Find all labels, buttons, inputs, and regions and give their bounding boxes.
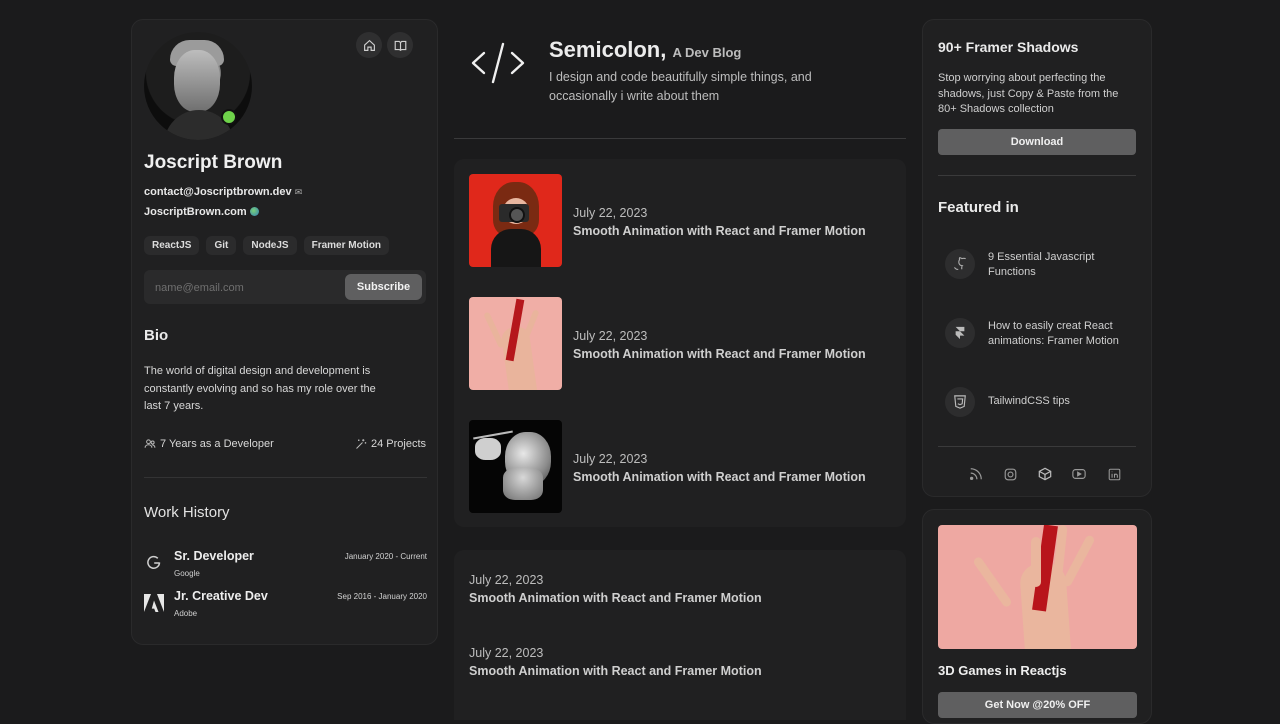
years-stat: 7 Years as a Developer xyxy=(144,438,274,450)
posts-panel: July 22, 2023 Smooth Animation with Reac… xyxy=(454,159,906,527)
featured-text: 9 Essential Javascript Functions xyxy=(988,251,1095,278)
job-item: Sr. Developer Google January 2020 - Curr… xyxy=(144,549,427,583)
email-link[interactable]: contact@Joscriptbrown.dev ✉ xyxy=(144,186,302,198)
projects-stat: 24 Projects xyxy=(355,438,426,450)
subscribe-form: Subscribe xyxy=(144,270,426,306)
post-item[interactable]: July 22, 2023 Smooth Animation with Reac… xyxy=(469,420,899,513)
post-date: July 22, 2023 xyxy=(469,646,544,660)
post-date: July 22, 2023 xyxy=(573,452,648,466)
code-icon xyxy=(471,42,525,84)
mail-icon: ✉ xyxy=(294,187,303,197)
promo-image xyxy=(938,525,1137,649)
promo-title: 3D Games in Reactjs xyxy=(938,663,1067,678)
blog-subtitle: A Dev Blog xyxy=(672,45,742,60)
divider xyxy=(144,477,427,478)
home-icon xyxy=(363,39,375,51)
featured-item[interactable]: How to easily creat React animations: Fr… xyxy=(945,317,1145,351)
instagram-icon[interactable] xyxy=(1002,466,1018,482)
codepen-icon[interactable] xyxy=(1037,466,1053,482)
featured-item[interactable]: 9 Essential Javascript Functions xyxy=(945,248,1145,282)
featured-item[interactable]: TailwindCSS tips xyxy=(945,386,1145,420)
youtube-icon[interactable] xyxy=(1071,466,1087,482)
bio-text: The world of digital design and developm… xyxy=(144,365,376,412)
email-text: contact@Joscriptbrown.dev xyxy=(144,186,292,198)
post-item[interactable]: July 22, 2023 Smooth Animation with Reac… xyxy=(469,174,899,267)
featured-text: TailwindCSS tips xyxy=(988,395,1070,407)
post-date: July 22, 2023 xyxy=(573,329,648,343)
skill-tag: NodeJS xyxy=(243,236,297,255)
featured-heading: Featured in xyxy=(938,199,1019,216)
google-icon xyxy=(144,553,164,573)
job-title: Sr. Developer xyxy=(174,549,254,563)
post-item[interactable]: July 22, 2023 Smooth Animation with Reac… xyxy=(469,646,762,678)
users-icon xyxy=(144,439,156,448)
job-item: Jr. Creative Dev Adobe Sep 2016 - Januar… xyxy=(144,589,427,623)
post-thumbnail xyxy=(469,174,562,267)
profile-name: Joscript Brown xyxy=(144,152,283,173)
job-title: Jr. Creative Dev xyxy=(174,589,268,603)
get-now-button[interactable]: Get Now @20% OFF xyxy=(938,692,1137,718)
shadows-description: Stop worrying about perfecting the shado… xyxy=(938,72,1119,115)
post-title[interactable]: Smooth Animation with React and Framer M… xyxy=(573,470,866,484)
job-dates: Sep 2016 - January 2020 xyxy=(337,592,427,601)
skill-tags: ReactJS Git NodeJS Framer Motion xyxy=(144,236,390,255)
post-date: July 22, 2023 xyxy=(469,573,544,587)
job-dates: January 2020 - Current xyxy=(344,552,427,561)
skill-tag: Git xyxy=(206,236,237,255)
years-stat-text: 7 Years as a Developer xyxy=(160,438,274,450)
featured-text: How to easily creat React animations: Fr… xyxy=(988,320,1119,347)
blog-description: I design and code beautifully simple thi… xyxy=(549,70,812,103)
blog-title: Semicolon, A Dev Blog xyxy=(549,37,741,63)
header-divider xyxy=(454,138,906,139)
book-button[interactable] xyxy=(387,32,413,58)
adobe-icon xyxy=(144,593,164,613)
posts-list-panel: July 22, 2023 Smooth Animation with Reac… xyxy=(454,550,906,720)
home-button[interactable] xyxy=(356,32,382,58)
profile-card: Joscript Brown contact@Joscriptbrown.dev… xyxy=(131,19,438,645)
bio-heading: Bio xyxy=(144,327,169,344)
globe-icon xyxy=(249,207,259,216)
blog-title-text: Semicolon, xyxy=(549,37,667,62)
css3-icon xyxy=(945,387,975,417)
promo-card: 3D Games in Reactjs Get Now @20% OFF xyxy=(922,509,1152,724)
website-link[interactable]: JoscriptBrown.com xyxy=(144,206,259,218)
post-date: July 22, 2023 xyxy=(573,206,648,220)
divider xyxy=(938,446,1136,447)
post-title[interactable]: Smooth Animation with React and Framer M… xyxy=(573,347,866,361)
job-company: Adobe xyxy=(174,609,198,618)
framer-icon xyxy=(945,318,975,348)
post-item[interactable]: July 22, 2023 Smooth Animation with Reac… xyxy=(469,297,899,390)
website-text: JoscriptBrown.com xyxy=(144,206,247,218)
job-company: Google xyxy=(174,569,200,578)
avatar xyxy=(144,32,252,140)
skill-tag: ReactJS xyxy=(144,236,200,255)
divider xyxy=(938,175,1136,176)
post-title[interactable]: Smooth Animation with React and Framer M… xyxy=(469,591,762,605)
shadows-title: 90+ Framer Shadows xyxy=(938,39,1079,55)
online-status-dot xyxy=(221,109,237,125)
shadows-card: 90+ Framer Shadows Stop worrying about p… xyxy=(922,19,1152,497)
post-title[interactable]: Smooth Animation with React and Framer M… xyxy=(469,664,762,678)
linkedin-icon[interactable] xyxy=(1106,466,1122,482)
github-icon xyxy=(945,249,975,279)
email-input[interactable] xyxy=(144,270,347,306)
post-item[interactable]: July 22, 2023 Smooth Animation with Reac… xyxy=(469,573,762,605)
post-thumbnail xyxy=(469,420,562,513)
sparkle-icon xyxy=(356,439,367,449)
work-history-heading: Work History xyxy=(144,504,230,521)
skill-tag: Framer Motion xyxy=(303,236,390,255)
post-thumbnail xyxy=(469,297,562,390)
post-title[interactable]: Smooth Animation with React and Framer M… xyxy=(573,224,866,238)
book-icon xyxy=(394,40,406,51)
subscribe-button[interactable]: Subscribe xyxy=(345,274,422,300)
download-button[interactable]: Download xyxy=(938,129,1136,155)
projects-stat-text: 24 Projects xyxy=(370,438,426,450)
rss-icon[interactable] xyxy=(968,466,984,482)
